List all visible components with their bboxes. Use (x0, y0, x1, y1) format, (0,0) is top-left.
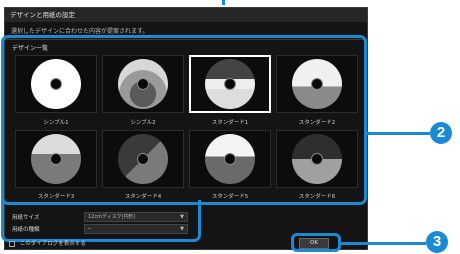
chevron-down-icon: ▼ (180, 226, 184, 232)
disc-standard1-icon (205, 59, 255, 109)
callout-line-2 (367, 132, 430, 135)
design-thumb-standard2[interactable] (276, 55, 358, 113)
disc-standard4-icon (118, 134, 168, 184)
design-caption: スタンダード1 (211, 120, 249, 126)
paper-size-select[interactable]: 12cmディスク(円形) ▼ (84, 212, 188, 222)
top-connector-line (222, 0, 225, 5)
show-dialog-checkbox-row[interactable]: このダイアログを表示する (9, 239, 86, 247)
paper-type-label: 用紙の種類 (12, 227, 40, 233)
chevron-down-icon: ▼ (180, 214, 184, 220)
paper-type-value: ─ (88, 226, 92, 232)
design-thumb-simple2[interactable] (102, 55, 184, 113)
disc-simple1-icon (31, 59, 81, 109)
dialog-title: デザインと用紙の設定 (5, 8, 367, 22)
design-thumb-standard4[interactable] (102, 130, 184, 188)
design-thumb-standard1[interactable] (189, 55, 271, 113)
design-thumb-standard6[interactable] (276, 130, 358, 188)
design-thumb-simple1[interactable] (15, 55, 97, 113)
paper-size-label: 用紙サイズ (12, 215, 40, 221)
design-list-label: デザイン一覧 (12, 45, 49, 52)
checkbox[interactable] (9, 240, 15, 247)
dialog-subtitle: 選択したデザインに合わせた内容が提案されます。 (11, 28, 149, 35)
design-caption: スタンダード5 (211, 194, 249, 200)
disc-standard6-icon (292, 134, 342, 184)
design-caption: シンプル1 (43, 120, 69, 126)
design-caption: スタンダード2 (298, 120, 336, 126)
ok-button[interactable]: OK (299, 238, 329, 249)
paper-size-value: 12cmディスク(円形) (88, 214, 136, 220)
design-caption: スタンダード6 (298, 194, 336, 200)
disc-standard2-icon (292, 59, 342, 109)
disc-standard5-icon (205, 134, 255, 184)
callout-badge-3: 3 (426, 231, 448, 253)
disc-simple2-icon (118, 59, 168, 109)
show-dialog-checkbox-label: このダイアログを表示する (19, 241, 86, 247)
paper-type-select[interactable]: ─ ▼ (84, 224, 188, 234)
design-caption: シンプル2 (130, 120, 156, 126)
callout-badge-2: 2 (430, 122, 452, 144)
design-thumb-standard5[interactable] (189, 130, 271, 188)
design-caption: スタンダード3 (37, 194, 75, 200)
design-thumb-standard3[interactable] (15, 130, 97, 188)
disc-standard3-icon (31, 134, 81, 184)
callout-line-3 (341, 242, 426, 245)
design-caption: スタンダード4 (124, 194, 162, 200)
